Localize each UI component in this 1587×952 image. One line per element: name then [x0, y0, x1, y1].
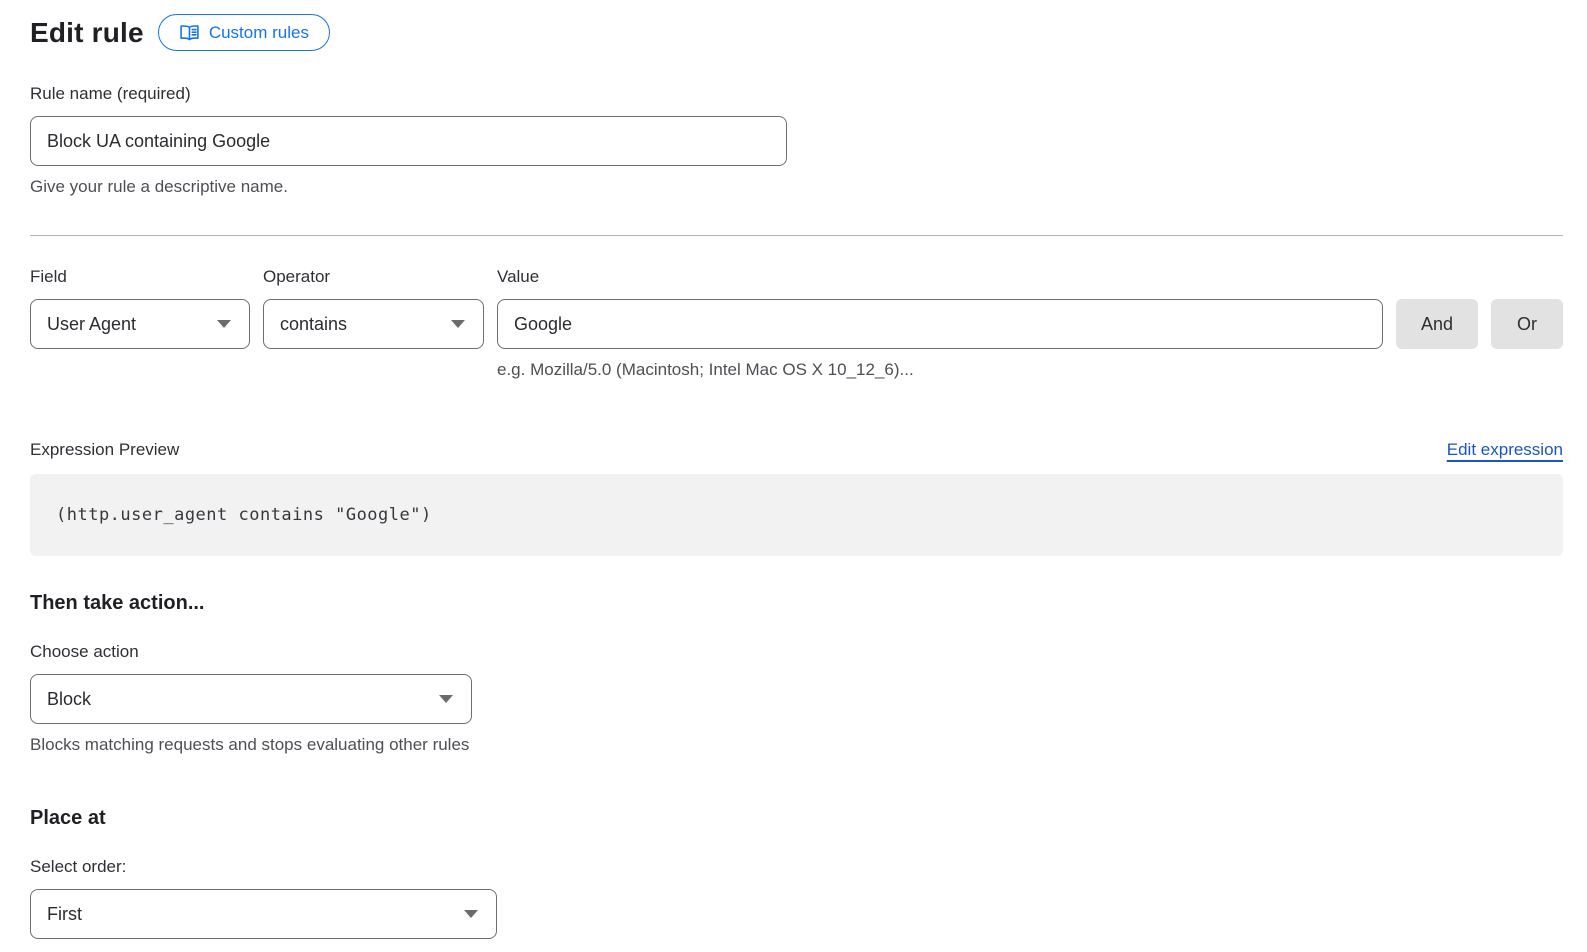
rule-name-helper: Give your rule a descriptive name.: [30, 175, 1563, 199]
value-label: Value: [497, 264, 1383, 290]
custom-rules-button[interactable]: Custom rules: [158, 14, 330, 51]
operator-label: Operator: [263, 264, 484, 290]
or-button[interactable]: Or: [1491, 299, 1563, 349]
chevron-down-icon: [451, 320, 465, 328]
page-header: Edit rule Custom rules: [30, 14, 1563, 51]
expression-section: Expression Preview Edit expression (http…: [30, 440, 1563, 556]
edit-rule-page: Edit rule Custom rules Rule name (requir…: [0, 0, 1587, 939]
and-button[interactable]: And: [1396, 299, 1478, 349]
operator-select[interactable]: contains: [263, 299, 484, 349]
placement-section: Place at Select order: First: [30, 807, 1563, 939]
operator-column: Operator contains: [263, 264, 484, 349]
chevron-down-icon: [217, 320, 231, 328]
field-column: Field User Agent: [30, 264, 250, 349]
expression-preview-box: (http.user_agent contains "Google"): [30, 474, 1563, 556]
rule-name-section: Rule name (required) Give your rule a de…: [30, 81, 1563, 199]
expression-code: (http.user_agent contains "Google"): [56, 505, 432, 525]
value-input[interactable]: [497, 299, 1383, 349]
section-divider: [30, 235, 1563, 236]
choose-action-label: Choose action: [30, 639, 1563, 665]
custom-rules-label: Custom rules: [209, 23, 309, 43]
expression-head: Expression Preview Edit expression: [30, 440, 1563, 460]
order-select-value: First: [47, 904, 82, 925]
select-order-label: Select order:: [30, 854, 1563, 880]
chevron-down-icon: [464, 910, 478, 918]
action-select-value: Block: [47, 689, 91, 710]
value-helper: e.g. Mozilla/5.0 (Macintosh; Intel Mac O…: [497, 358, 1383, 382]
field-label: Field: [30, 264, 250, 290]
rule-name-label: Rule name (required): [30, 81, 1563, 107]
action-section: Then take action... Choose action Block …: [30, 592, 1563, 757]
edit-expression-link[interactable]: Edit expression: [1447, 440, 1563, 460]
action-heading: Then take action...: [30, 592, 1563, 615]
field-select[interactable]: User Agent: [30, 299, 250, 349]
action-select[interactable]: Block: [30, 674, 472, 724]
order-select[interactable]: First: [30, 889, 497, 939]
chevron-down-icon: [439, 695, 453, 703]
field-select-value: User Agent: [47, 314, 136, 335]
condition-builder-row: Field User Agent Operator contains Value…: [30, 264, 1563, 382]
rule-name-input[interactable]: [30, 116, 787, 166]
operator-select-value: contains: [280, 314, 347, 335]
place-at-heading: Place at: [30, 807, 1563, 830]
action-helper: Blocks matching requests and stops evalu…: [30, 733, 1563, 757]
book-icon: [179, 24, 200, 41]
expression-preview-label: Expression Preview: [30, 440, 179, 460]
value-column: Value e.g. Mozilla/5.0 (Macintosh; Intel…: [497, 264, 1383, 382]
page-title: Edit rule: [30, 17, 144, 49]
